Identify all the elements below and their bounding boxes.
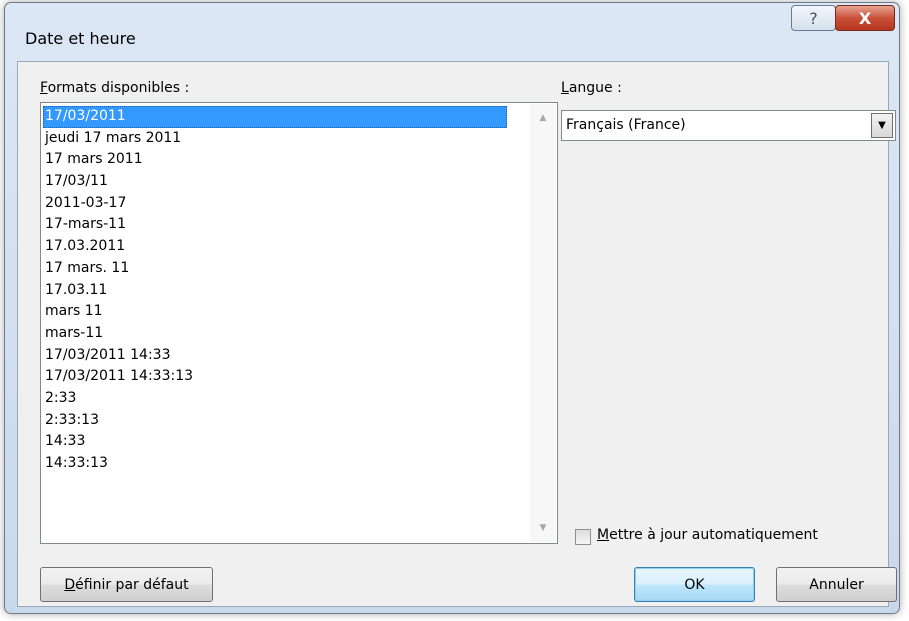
list-item[interactable]: 17.03.11	[43, 280, 507, 302]
formats-label: Formats disponibles :	[40, 80, 190, 96]
list-item[interactable]: 2:33	[43, 388, 507, 410]
dropdown-arrow-icon[interactable]: ▼	[871, 113, 893, 138]
language-dropdown[interactable]: Français (France) ▼	[561, 110, 896, 141]
auto-update-label[interactable]: Mettre à jour automatiquement	[597, 527, 818, 543]
set-default-button[interactable]: Définir par défaut	[40, 567, 213, 602]
list-item[interactable]: 17/03/2011 14:33:13	[43, 366, 507, 388]
formats-listbox[interactable]: 17/03/2011 jeudi 17 mars 2011 17 mars 2011…	[40, 102, 558, 544]
dialog-body: Formats disponibles : 17/03/2011 jeudi 17…	[17, 61, 897, 607]
list-item[interactable]: 17-mars-11	[43, 214, 507, 236]
auto-update-checkbox[interactable]	[575, 529, 591, 545]
list-item[interactable]: mars 11	[43, 301, 507, 323]
list-item[interactable]: jeudi 17 mars 2011	[43, 128, 507, 150]
list-item[interactable]: 17.03.2011	[43, 236, 507, 258]
close-button[interactable]: X	[835, 5, 895, 31]
scroll-up-icon[interactable]: ▲	[530, 108, 556, 128]
title-bar[interactable]: Date et heure ? X	[5, 3, 899, 61]
list-item[interactable]: 17 mars 2011	[43, 149, 507, 171]
ok-button[interactable]: OK	[634, 567, 755, 602]
list-item[interactable]: 17/03/2011 14:33	[43, 345, 507, 367]
help-icon: ?	[809, 8, 818, 28]
date-time-dialog: Date et heure ? X Formats disponibles : …	[4, 2, 900, 614]
list-item[interactable]: mars-11	[43, 323, 507, 345]
formats-list: 17/03/2011 jeudi 17 mars 2011 17 mars 2011…	[43, 106, 507, 475]
list-item[interactable]: 2011-03-17	[43, 193, 507, 215]
language-value: Français (France)	[566, 117, 686, 133]
language-label: Langue :	[561, 80, 622, 96]
close-icon: X	[858, 8, 872, 28]
list-item[interactable]: 14:33:13	[43, 453, 507, 475]
cancel-button[interactable]: Annuler	[776, 567, 897, 602]
scroll-down-icon[interactable]: ▼	[530, 518, 556, 538]
list-item[interactable]: 14:33	[43, 431, 507, 453]
help-button[interactable]: ?	[791, 5, 836, 31]
list-item[interactable]: 17/03/11	[43, 171, 507, 193]
list-item[interactable]: 17/03/2011	[43, 106, 507, 128]
formats-scrollbar[interactable]: ▲ ▼	[530, 104, 556, 542]
dialog-title: Date et heure	[25, 29, 136, 48]
list-item[interactable]: 2:33:13	[43, 410, 507, 432]
list-item[interactable]: 17 mars. 11	[43, 258, 507, 280]
